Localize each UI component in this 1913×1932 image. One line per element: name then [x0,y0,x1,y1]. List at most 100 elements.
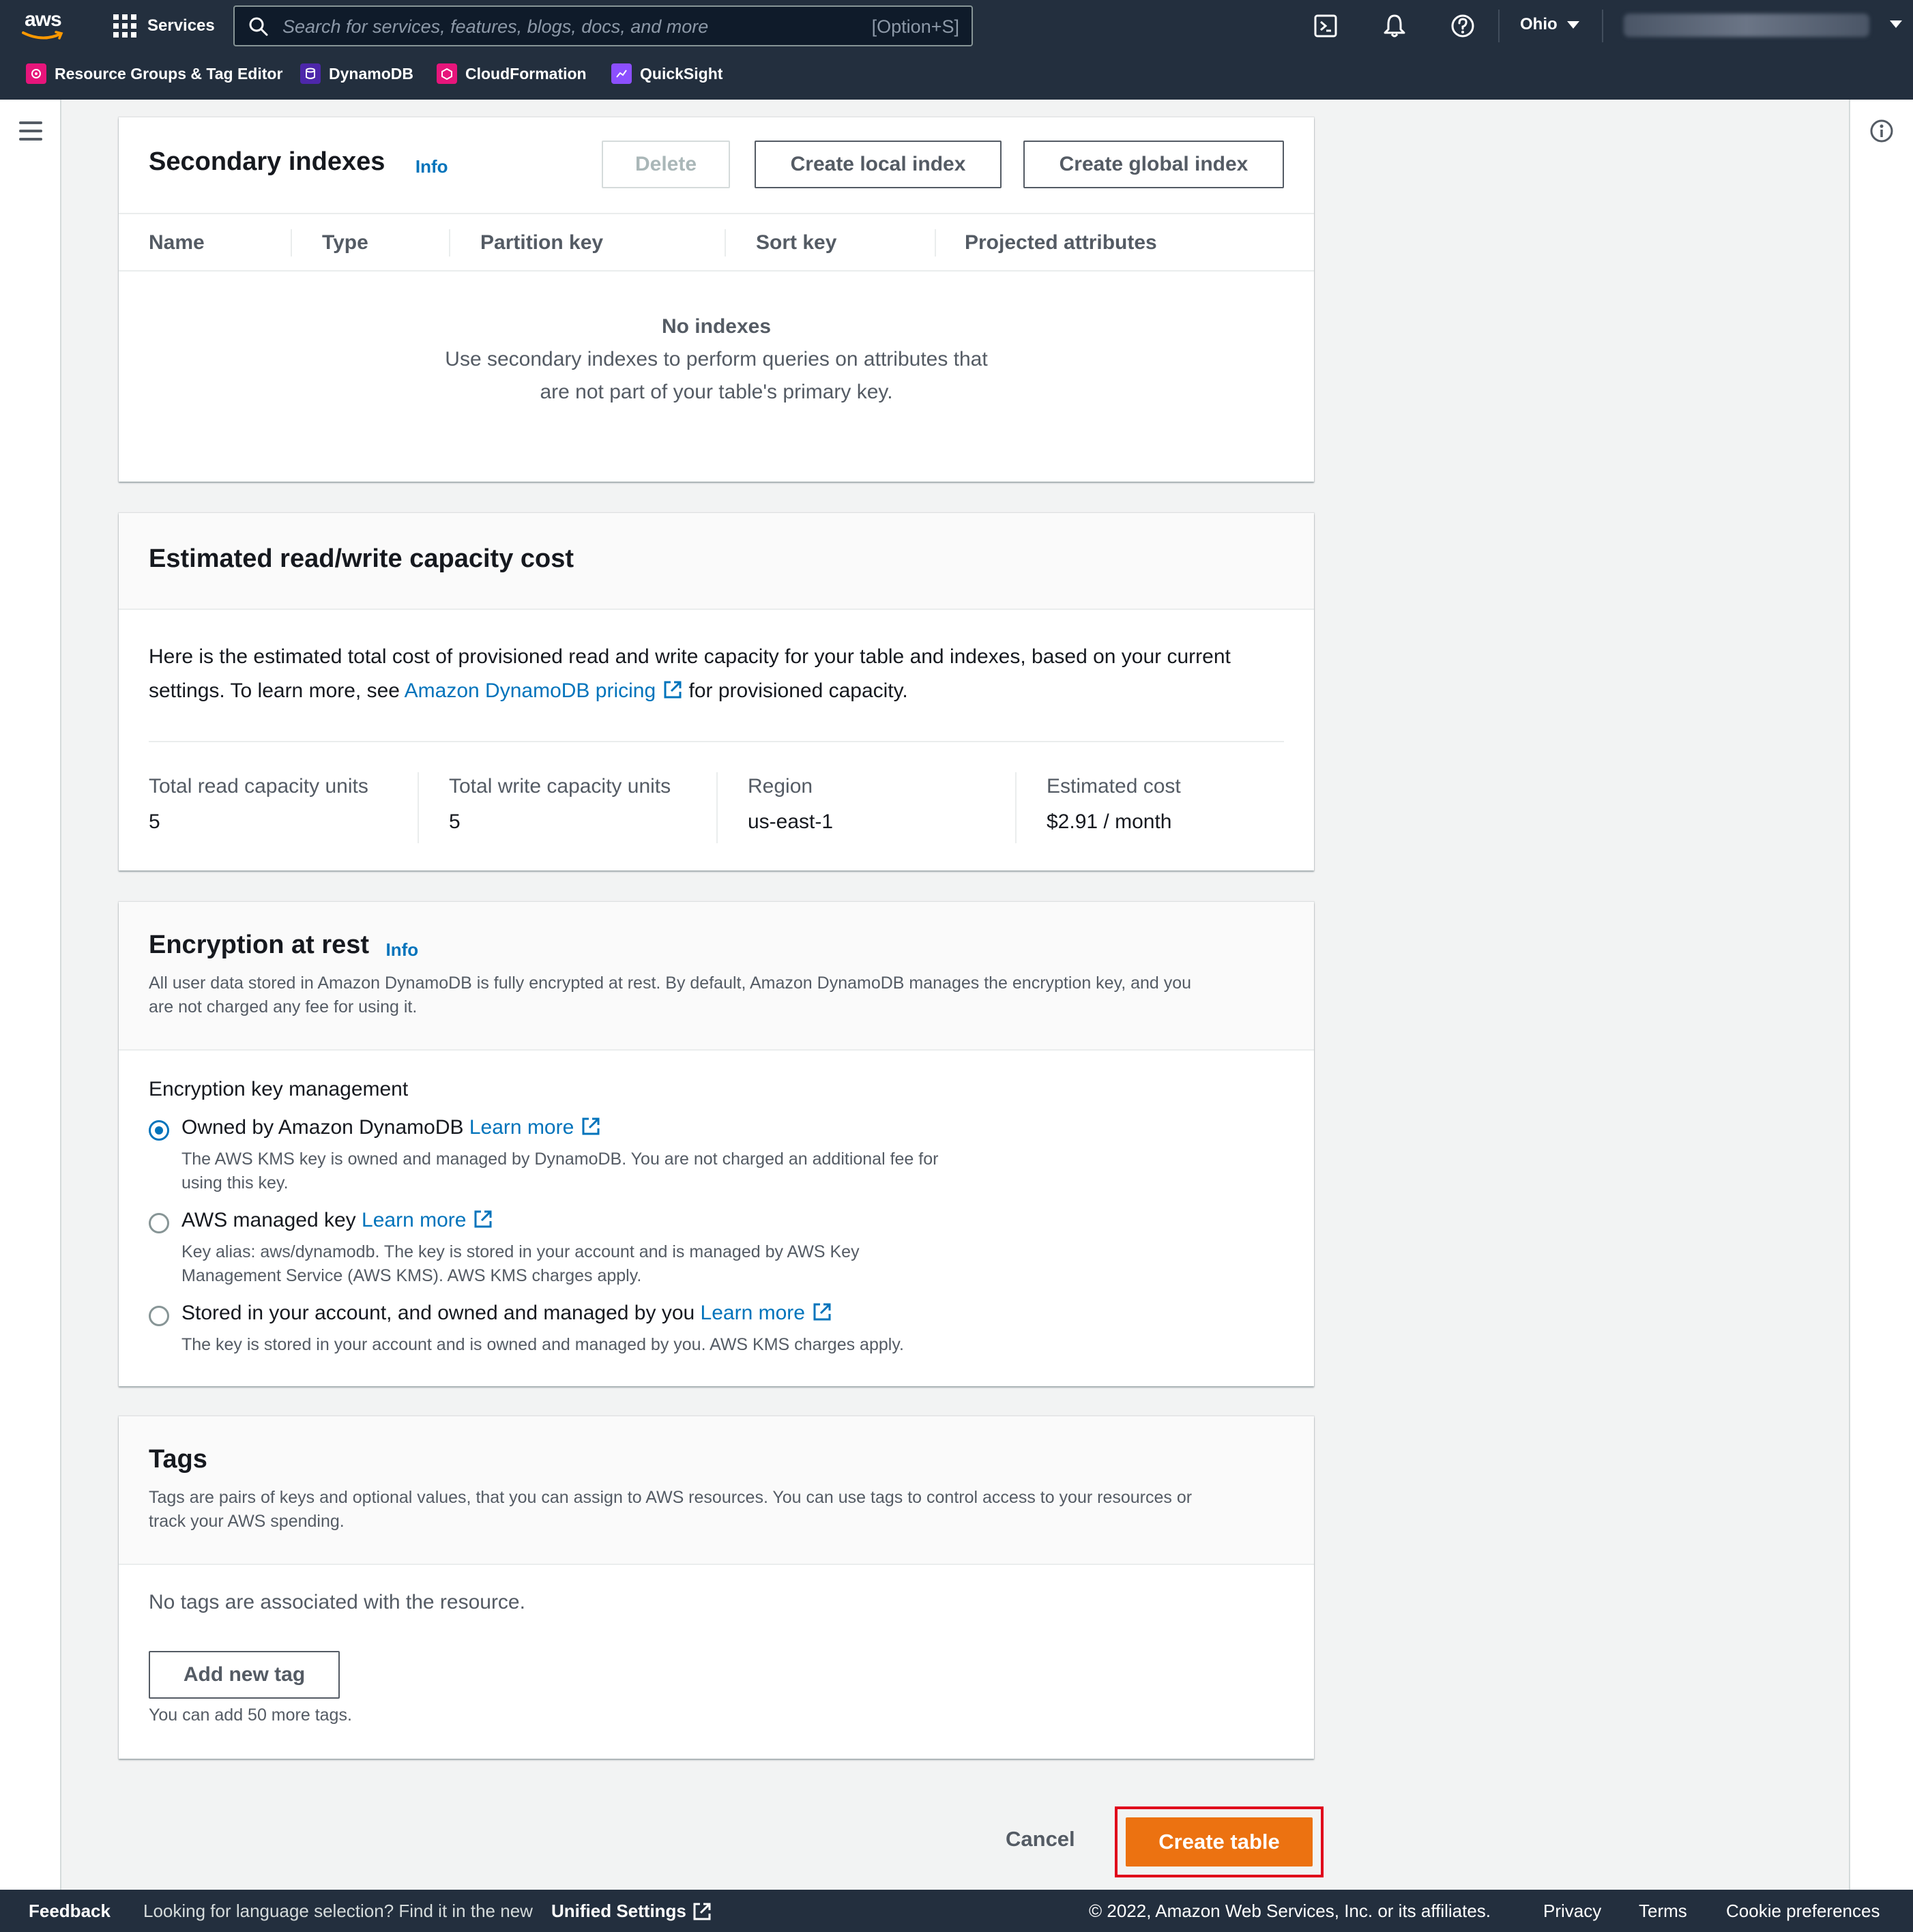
search-icon [249,17,268,36]
tags-description: Tags are pairs of keys and optional valu… [149,1486,1295,1534]
pricing-link-label: Amazon DynamoDB pricing [404,679,656,702]
favorite-label: QuickSight [640,64,723,83]
quicksight-icon [611,63,632,84]
privacy-link[interactable]: Privacy [1543,1901,1601,1922]
terms-link[interactable]: Terms [1639,1901,1687,1922]
cloudshell-icon[interactable] [1313,12,1340,40]
aws-logo[interactable]: aws [22,8,71,42]
option-label-text[interactable]: Owned by Amazon DynamoDB [181,1116,464,1139]
learn-more-label: Learn more [469,1116,574,1139]
language-hint: Looking for language selection? Find it … [143,1901,533,1921]
option-description: Key alias: aws/dynamodb. The key is stor… [181,1240,1068,1288]
cloudformation-icon [437,63,457,84]
empty-state-title: No indexes [661,315,772,338]
encryption-header-title: Encryption at rest Info [149,931,418,961]
column-separator [716,772,718,843]
column-header-partition-key[interactable]: Partition key [480,214,603,272]
left-navigation-rail [0,100,61,1890]
info-circle-icon[interactable] [1869,119,1894,143]
external-link-icon [664,681,682,699]
info-link[interactable]: Info [386,939,419,960]
grid-icon [113,14,136,38]
description-line: Tags are pairs of keys and optional valu… [149,1488,1193,1507]
column-separator [418,772,419,843]
capacity-cost-panel: Estimated read/write capacity cost Here … [119,513,1314,870]
panel-header: Encryption at rest Info All user data st… [119,902,1314,1051]
learn-more-label: Learn more [700,1302,805,1324]
write-capacity-label: Total write capacity units [449,775,671,797]
column-separator [449,229,450,257]
help-icon[interactable] [1449,12,1476,40]
cancel-button[interactable]: Cancel [1006,1827,1075,1852]
secondary-indexes-panel: Secondary indexes Info Delete Create loc… [119,117,1314,482]
favorite-dynamodb[interactable]: DynamoDB [300,61,413,86]
favorite-quicksight[interactable]: QuickSight [611,61,722,86]
external-link-icon [813,1303,831,1321]
panel-header: Tags Tags are pairs of keys and optional… [119,1416,1314,1565]
description-line: using this key. [181,1173,289,1192]
bell-icon[interactable] [1381,12,1408,40]
column-separator [935,229,936,257]
unified-settings-link[interactable]: Unified Settings [551,1901,712,1922]
radio-aws-managed-key[interactable] [149,1213,169,1233]
read-capacity-label: Total read capacity units [149,775,368,797]
write-capacity-value: 5 [449,810,461,833]
info-link[interactable]: Info [415,156,448,177]
column-header-sort-key[interactable]: Sort key [756,214,836,272]
option-label-text[interactable]: Stored in your account, and owned and ma… [181,1302,695,1324]
favorite-label: CloudFormation [465,64,587,83]
option-description: The key is stored in your account and is… [181,1333,1137,1357]
option-label-text[interactable]: AWS managed key [181,1209,356,1231]
column-header-name[interactable]: Name [149,214,205,272]
feedback-link[interactable]: Feedback [29,1901,111,1922]
create-table-button[interactable]: Create table [1126,1817,1313,1867]
nav-separator [1602,10,1603,42]
panel-header: Estimated read/write capacity cost [119,513,1314,610]
delete-index-button[interactable]: Delete [602,141,730,188]
learn-more-link[interactable]: Learn more [701,1302,832,1324]
cookie-preferences-link[interactable]: Cookie preferences [1726,1901,1880,1922]
right-tools-rail [1849,100,1913,1890]
region-selector[interactable]: Ohio [1520,15,1579,34]
top-navigation: aws Services Search for services, featur… [0,0,1913,100]
option-label: AWS managed key Learn more [181,1209,493,1232]
read-capacity-value: 5 [149,810,160,833]
column-separator [725,229,726,257]
estimated-cost-label: Estimated cost [1047,775,1181,797]
aws-logo-text: aws [25,8,62,31]
radio-owned-by-dynamodb[interactable] [149,1120,169,1141]
radio-customer-managed-key[interactable] [149,1306,169,1326]
menu-icon[interactable] [19,121,42,141]
account-menu[interactable] [1624,14,1869,37]
favorite-label: Resource Groups & Tag Editor [55,64,283,83]
learn-more-label: Learn more [362,1209,467,1231]
search-shortcut: [Option+S] [871,16,959,37]
services-label: Services [147,16,215,35]
region-label: Region [748,775,813,797]
services-menu-button[interactable]: Services [113,11,215,41]
dynamodb-pricing-link[interactable]: Amazon DynamoDB pricing [405,679,683,702]
empty-state-line: Use secondary indexes to perform queries… [445,348,988,370]
dynamodb-icon [300,63,321,84]
column-separator [1015,772,1017,843]
description-line: Management Service (AWS KMS). AWS KMS ch… [181,1266,642,1285]
description-line: are not charged any fee for using it. [149,997,418,1016]
create-local-index-button[interactable]: Create local index [755,141,1002,188]
description-text: for provisioned capacity. [688,679,908,702]
region-value: us-east-1 [748,810,834,833]
add-new-tag-button[interactable]: Add new tag [149,1651,340,1699]
learn-more-link[interactable]: Learn more [362,1209,493,1231]
search-input[interactable]: Search for services, features, blogs, do… [233,5,973,46]
column-header-projected-attributes[interactable]: Projected attributes [965,214,1157,272]
search-placeholder: Search for services, features, blogs, do… [282,16,709,37]
tags-title: Tags [149,1445,207,1474]
column-header-type[interactable]: Type [322,214,368,272]
create-global-index-button[interactable]: Create global index [1023,141,1284,188]
capacity-cost-description: Here is the estimated total cost of prov… [149,640,1295,708]
description-line: All user data stored in Amazon DynamoDB … [149,974,1192,993]
favorite-resource-groups[interactable]: Resource Groups & Tag Editor [26,61,282,86]
account-caret-down-icon[interactable] [1890,20,1902,28]
description-line: settings. To learn more, see Amazon Dyna… [149,674,1295,708]
favorite-cloudformation[interactable]: CloudFormation [437,61,587,86]
learn-more-link[interactable]: Learn more [469,1116,601,1139]
